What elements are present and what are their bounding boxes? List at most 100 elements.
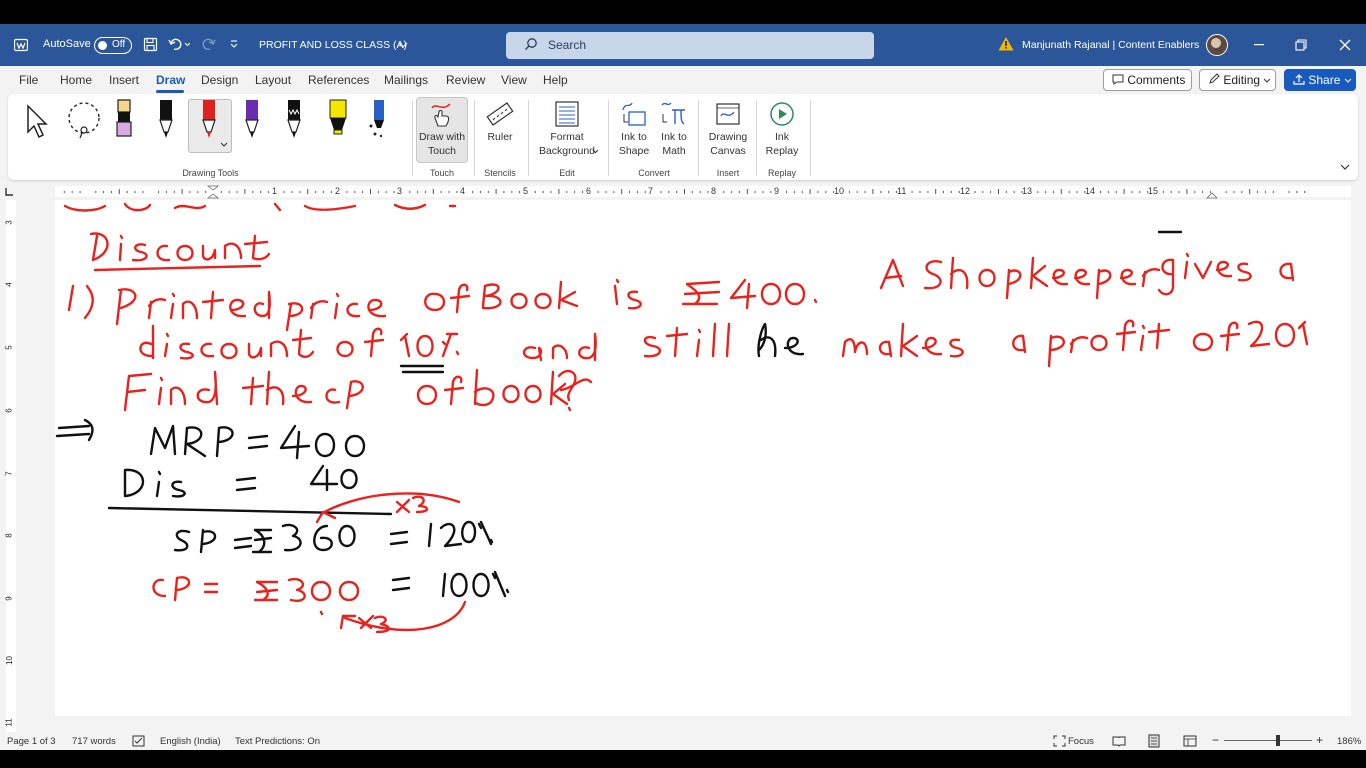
tab-home[interactable]: Home: [60, 73, 92, 87]
share-button[interactable]: Share: [1284, 69, 1356, 91]
chevron-down-icon: [592, 149, 599, 154]
pen-black-icon[interactable]: [154, 98, 178, 142]
horizontal-scrollbar[interactable]: [55, 716, 1351, 732]
tab-file[interactable]: File: [19, 73, 38, 87]
autosave-label: AutoSave: [43, 38, 91, 50]
comments-button[interactable]: Comments: [1103, 69, 1192, 91]
ruler-number: 7: [648, 186, 654, 196]
search-box[interactable]: Search: [506, 32, 874, 59]
lasso-select-icon[interactable]: [64, 100, 104, 140]
text-predictions[interactable]: Text Predictions: On: [235, 736, 320, 747]
language-indicator[interactable]: English (India): [160, 736, 221, 747]
user-name[interactable]: Manjunath Rajanal | Content Enablers: [1022, 39, 1199, 51]
web-layout-icon[interactable]: [1183, 735, 1197, 747]
autosave-toggle[interactable]: Off: [94, 37, 132, 54]
ruler-number: 8: [711, 186, 717, 196]
search-placeholder: Search: [548, 38, 587, 52]
tab-references[interactable]: References: [308, 73, 369, 87]
draw-with-touch-icon: [431, 103, 451, 127]
ink-replay-icon[interactable]: [768, 100, 796, 128]
tab-layout[interactable]: Layout: [255, 73, 291, 87]
read-mode-icon[interactable]: [1112, 735, 1126, 747]
chevron-down-icon[interactable]: [220, 142, 228, 148]
ruler-number: 15: [1148, 186, 1159, 196]
drawing-canvas-icon[interactable]: [714, 100, 742, 128]
vruler-number: 6: [4, 408, 14, 413]
ink-red-strokes: [63, 202, 1309, 412]
share-label: Share: [1308, 73, 1341, 87]
vruler-number: 7: [4, 471, 14, 476]
zoom-slider-thumb[interactable]: [1276, 735, 1280, 746]
avatar[interactable]: [1206, 34, 1228, 56]
group-separator: [698, 100, 699, 176]
vertical-ruler[interactable]: 3 4 5 6 7 8 9 10 11: [0, 200, 20, 732]
word-app-icon: [14, 38, 28, 52]
ink-to-math-icon[interactable]: [659, 100, 687, 128]
tab-design[interactable]: Design: [201, 73, 238, 87]
ruler-number: 9: [774, 186, 780, 196]
highlighter-pink-icon[interactable]: [112, 98, 136, 142]
zoom-in-icon[interactable]: +: [1316, 733, 1323, 747]
print-layout-icon[interactable]: [1147, 734, 1161, 748]
chevron-down-icon: [1344, 78, 1352, 83]
pencil-black-icon[interactable]: [282, 98, 306, 142]
proofing-icon[interactable]: [132, 735, 145, 747]
autosave-state: Off: [112, 39, 126, 50]
ink-to-math-label-2: Math: [662, 145, 686, 157]
close-icon[interactable]: [1339, 39, 1351, 51]
ink-to-shape-label-1: Ink to: [621, 131, 647, 143]
select-objects-icon[interactable]: [24, 104, 52, 140]
minimize-icon[interactable]: [1254, 44, 1266, 46]
screen: AutoSave Off PROFIT AND LOSS CLASS (A) S…: [0, 0, 1366, 768]
zoom-out-icon[interactable]: −: [1212, 733, 1219, 747]
save-icon[interactable]: [143, 37, 158, 52]
ruler-icon[interactable]: [485, 100, 515, 128]
restore-icon[interactable]: [1295, 39, 1307, 51]
pen-red-icon[interactable]: [197, 98, 221, 142]
tab-mailings[interactable]: Mailings: [384, 73, 428, 87]
group-stencils: Stencils: [484, 168, 516, 178]
editing-mode-button[interactable]: Editing: [1199, 69, 1276, 91]
ruler-number: 3: [397, 186, 403, 196]
tab-draw[interactable]: Draw: [156, 73, 185, 87]
group-insert: Insert: [716, 168, 740, 178]
ink-to-shape-icon[interactable]: [620, 100, 648, 128]
focus-icon[interactable]: [1053, 735, 1066, 747]
drawing-canvas-label-1: Drawing: [708, 131, 748, 143]
ruler-number: 4: [460, 186, 466, 196]
chevron-down-icon[interactable]: [398, 41, 408, 49]
ruler-number: 6: [586, 186, 592, 196]
word-count[interactable]: 717 words: [72, 736, 116, 747]
focus-label[interactable]: Focus: [1068, 736, 1094, 747]
undo-icon[interactable]: [168, 37, 190, 52]
warning-icon[interactable]: [998, 36, 1014, 52]
customize-qat-icon[interactable]: [229, 39, 239, 49]
vruler-number: 11: [4, 718, 14, 727]
document-page[interactable]: [55, 200, 1351, 716]
ruler-number: 2: [335, 186, 341, 196]
vruler-number: 3: [4, 220, 14, 225]
group-replay: Replay: [767, 168, 796, 178]
galaxy-pen-blue-icon[interactable]: [366, 98, 390, 142]
document-title[interactable]: PROFIT AND LOSS CLASS (A): [259, 39, 407, 51]
ink-to-math-label-1: Ink to: [661, 131, 687, 143]
pen-purple-icon[interactable]: [240, 98, 264, 142]
zoom-level[interactable]: 186%: [1337, 736, 1361, 747]
group-separator: [608, 100, 609, 176]
ink-replay-label-2: Replay: [765, 145, 799, 157]
tab-help[interactable]: Help: [543, 73, 568, 87]
tab-insert[interactable]: Insert: [109, 73, 139, 87]
page-indicator[interactable]: Page 1 of 3: [7, 736, 56, 747]
draw-with-touch-label-2: Touch: [427, 145, 457, 157]
vertical-scrollbar[interactable]: [1351, 200, 1366, 732]
redo-icon[interactable]: [201, 37, 217, 52]
zoom-slider-track[interactable]: [1224, 740, 1312, 741]
format-background-label-1: Format: [550, 131, 584, 143]
tab-review[interactable]: Review: [446, 73, 485, 87]
highlighter-yellow-icon[interactable]: [324, 98, 352, 142]
tab-view[interactable]: View: [501, 73, 527, 87]
chevron-down-icon: [1264, 78, 1271, 83]
ruler-number: 5: [523, 186, 529, 196]
collapse-ribbon-icon[interactable]: [1340, 164, 1350, 171]
format-background-icon[interactable]: [554, 100, 580, 128]
